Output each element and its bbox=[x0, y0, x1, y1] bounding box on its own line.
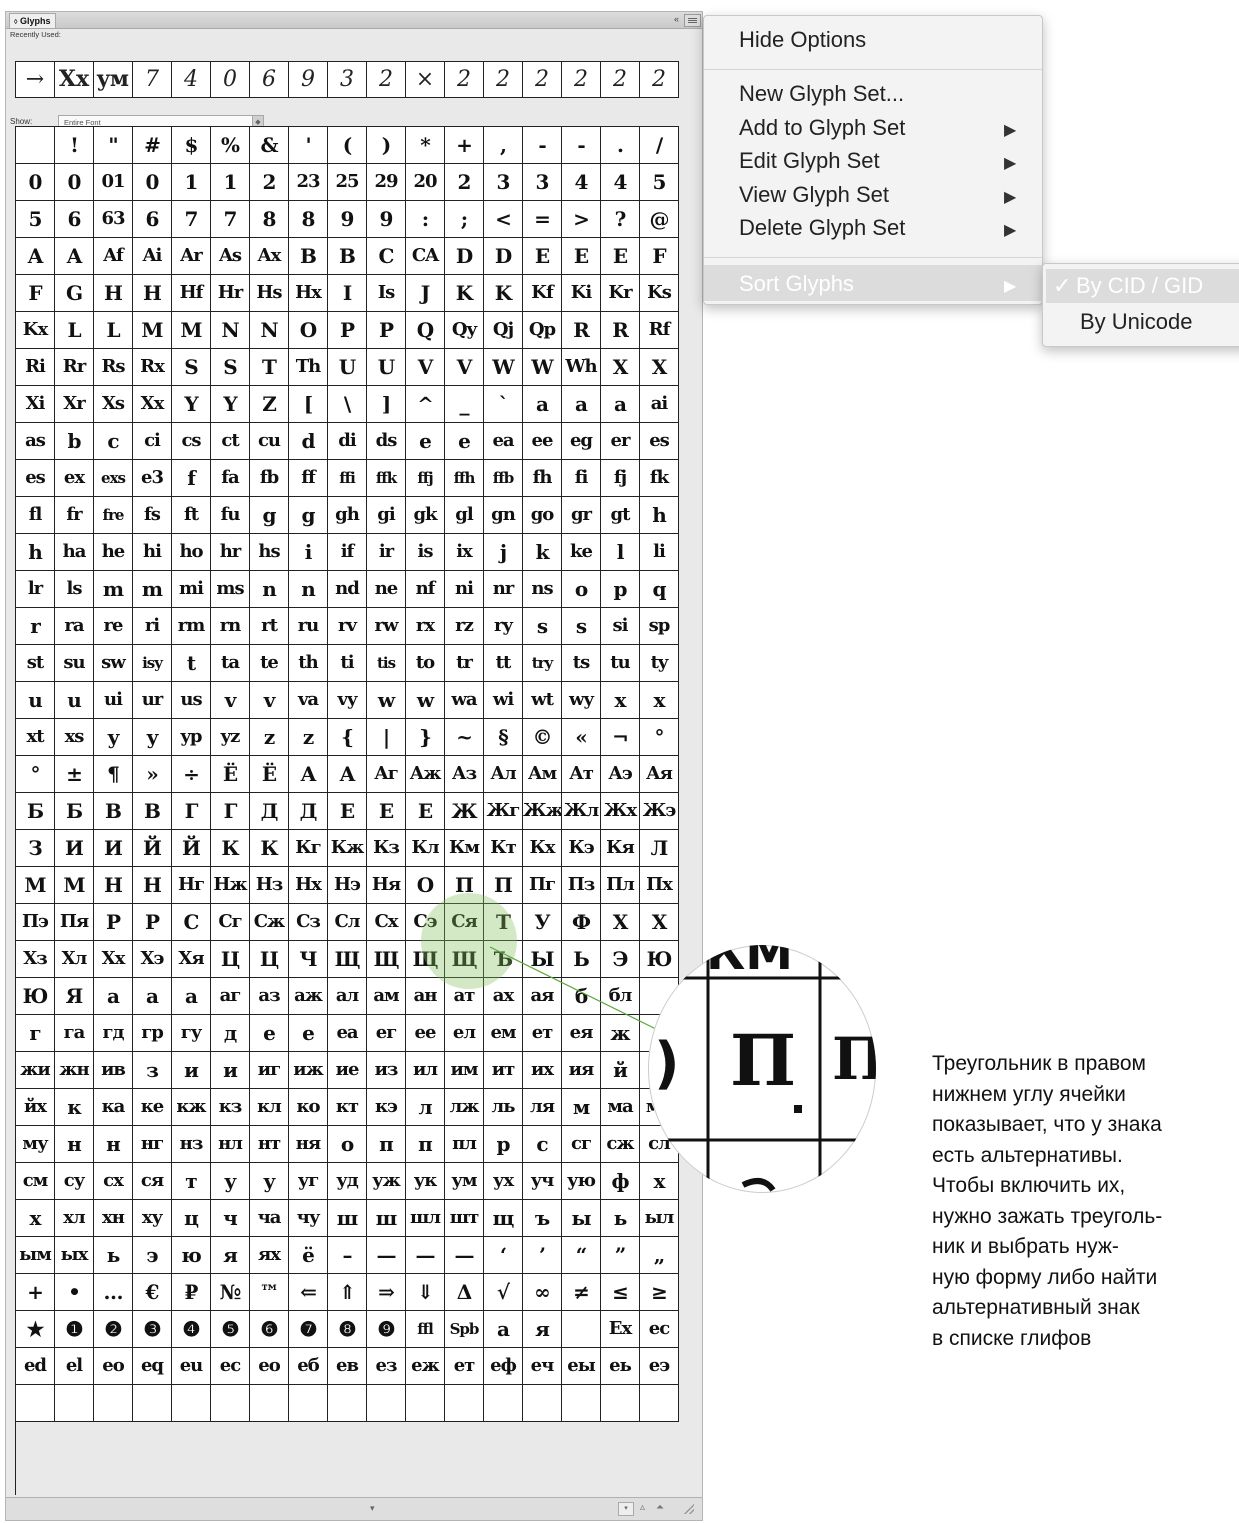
menu-item-hide-options[interactable]: Hide Options bbox=[739, 27, 866, 53]
submenu-arrow-icon: ▶ bbox=[1004, 122, 1017, 139]
menu-item-delete-glyph-set[interactable]: Delete Glyph Set bbox=[739, 215, 905, 241]
callout-caption: Треугольник в правом нижнем углу ячейки … bbox=[932, 1052, 1163, 1350]
menu-item-view-glyph-set[interactable]: View Glyph Set bbox=[739, 182, 889, 208]
zoom-magnifier: КМ ) П П bbox=[648, 945, 876, 1193]
magnified-glyph-main: П bbox=[730, 1019, 797, 1102]
submenu-arrow-icon: ▶ bbox=[1004, 155, 1017, 172]
submenu-arrow-icon: ▶ bbox=[1004, 189, 1017, 206]
panel-options-menu: Hide Options New Glyph Set... Add to Gly… bbox=[703, 15, 1043, 305]
menu-separator bbox=[704, 257, 1042, 258]
menu-separator bbox=[704, 69, 1042, 70]
submenu-item-by-cid-gid[interactable]: By CID / GID bbox=[1076, 273, 1203, 299]
menu-item-sort-glyphs[interactable]: Sort Glyphs bbox=[739, 271, 854, 297]
magnified-glyph-top: КМ bbox=[706, 945, 793, 981]
menu-item-add-to-glyph-set[interactable]: Add to Glyph Set bbox=[739, 115, 905, 141]
magnified-glyph-left: ) bbox=[654, 1031, 680, 1096]
submenu-arrow-icon: ▶ bbox=[1004, 278, 1017, 295]
submenu-arrow-icon: ▶ bbox=[1004, 222, 1017, 239]
check-mark-icon: ✓ bbox=[1053, 273, 1072, 298]
submenu-item-by-unicode[interactable]: By Unicode bbox=[1080, 309, 1193, 335]
magnified-glyph-right: П bbox=[832, 1025, 876, 1093]
menu-item-new-glyph-set[interactable]: New Glyph Set... bbox=[739, 81, 904, 107]
sort-glyphs-submenu: ✓ By CID / GID By Unicode bbox=[1042, 263, 1239, 347]
menu-item-edit-glyph-set[interactable]: Edit Glyph Set bbox=[739, 148, 880, 174]
